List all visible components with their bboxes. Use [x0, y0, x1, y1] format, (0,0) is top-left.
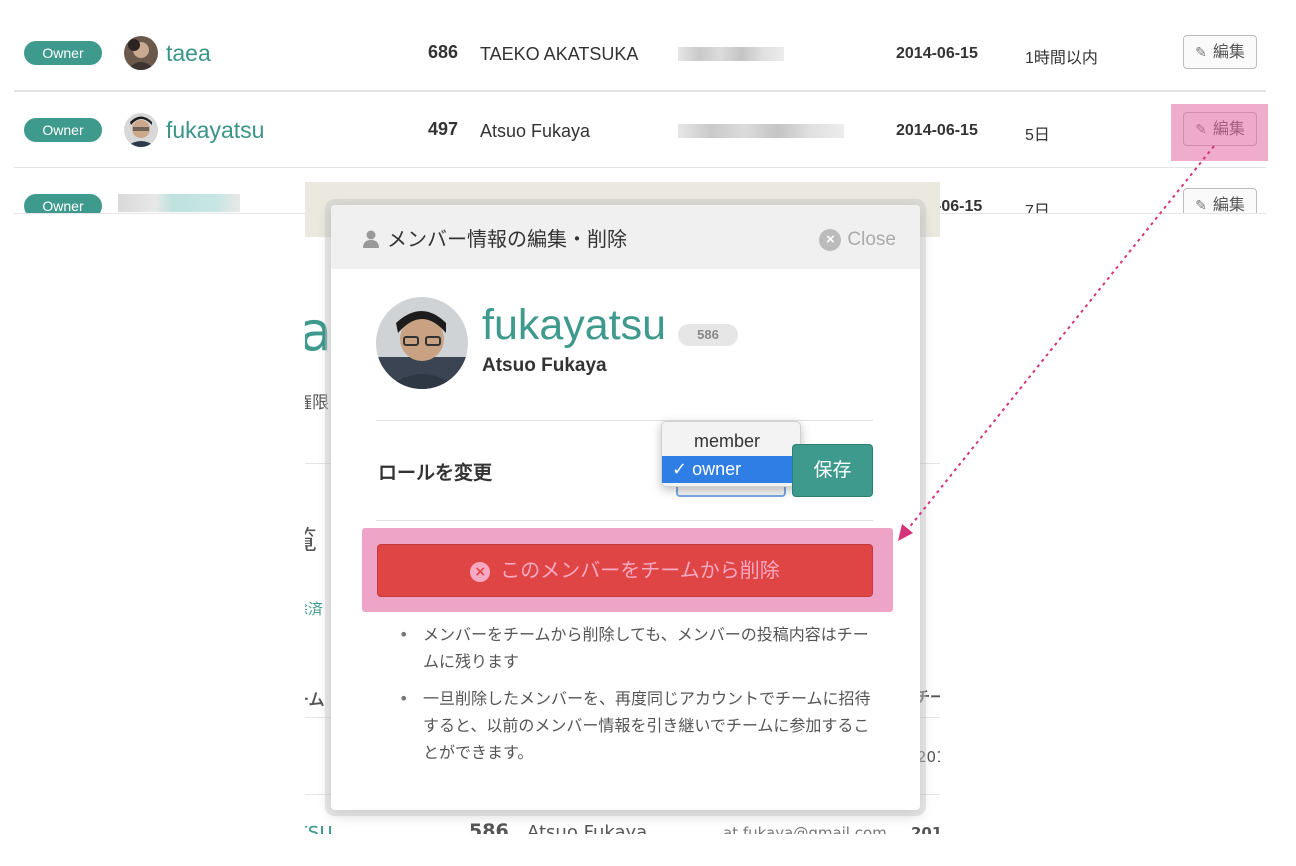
background-text: ーム — [305, 690, 325, 709]
role-badge: Owner — [24, 118, 102, 142]
username-link[interactable]: fukayatsu — [166, 117, 264, 144]
role-badge: Owner — [24, 194, 102, 213]
post-count: 686 — [427, 42, 458, 62]
background-text: 201 — [911, 824, 940, 834]
avatar — [124, 36, 158, 70]
member-avatar — [376, 297, 468, 389]
background-text: 586 — [469, 820, 509, 834]
background-text: 201 — [917, 748, 940, 766]
full-name: TAEKO AKATSUKA — [480, 44, 639, 64]
close-icon: × — [819, 229, 842, 251]
person-icon — [363, 229, 379, 253]
full-name: Atsuo Fukaya — [480, 121, 591, 141]
save-button[interactable]: 保存 — [792, 444, 873, 497]
list-item: 一旦削除したメンバーを、再度同じアカウントでチームに招待すると、以前のメンバー情… — [397, 685, 877, 766]
background-text: 覧 — [305, 520, 317, 557]
role-label: ロールを変更 — [378, 462, 493, 484]
email-redacted — [678, 47, 784, 61]
background-text: a — [305, 300, 333, 363]
role-option-owner[interactable]: ✓ owner — [662, 456, 800, 483]
edit-label: 編集 — [1212, 44, 1245, 61]
edit-member-modal: メンバー情報の編集・削除 × Close fukayatsu 586 Atsuo … — [331, 205, 920, 810]
edit-label: 編集 — [1212, 197, 1245, 214]
table-row: Owner taea 686 TAEKO AKATSUKA 2014-06-15… — [14, 14, 1266, 92]
username-link[interactable]: taea — [166, 40, 211, 67]
last-access: 1時間以内 — [1025, 50, 1098, 67]
modal-title: メンバー情報の編集・削除 — [363, 223, 627, 253]
remove-circle-icon: × — [470, 562, 491, 582]
background-text: at.fukaya@gmail.com — [723, 824, 887, 834]
delete-label: このメンバーをチームから削除 — [500, 558, 780, 582]
background-text: 権限 — [305, 393, 329, 413]
avatar — [124, 113, 158, 147]
role-option-member[interactable]: member — [662, 428, 800, 455]
joined-date: 2014-06-15 — [896, 122, 978, 139]
role-option-owner-label: owner — [692, 459, 742, 479]
member-fullname: Atsuo Fukaya — [482, 355, 607, 376]
edit-button[interactable]: ✎ 編集 — [1183, 188, 1257, 214]
background-text: tsu — [305, 819, 334, 834]
divider — [376, 520, 873, 521]
close-label: Close — [847, 229, 896, 250]
edit-button-highlight — [1171, 104, 1268, 161]
pencil-icon: ✎ — [1195, 197, 1207, 213]
list-item: メンバーをチームから削除しても、メンバーの投稿内容はチームに残ります — [397, 621, 877, 675]
last-access: 5日 — [1025, 127, 1050, 144]
table-row: Owner fukayatsu 497 Atsuo Fukaya 2014-06… — [14, 92, 1266, 168]
joined-date: -06-15 — [936, 198, 983, 214]
last-access: 7日 — [1025, 203, 1050, 214]
post-count: 497 — [427, 119, 458, 139]
member-username: fukayatsu — [482, 301, 667, 349]
close-button[interactable]: × Close — [819, 229, 896, 251]
background-text: 除済 — [305, 600, 324, 618]
username-redacted — [118, 194, 240, 212]
joined-date: 2014-06-15 — [896, 45, 978, 62]
edit-button[interactable]: ✎ 編集 — [1183, 35, 1257, 69]
modal-title-text: メンバー情報の編集・削除 — [387, 227, 627, 251]
modal-header: メンバー情報の編集・削除 × Close — [331, 205, 920, 269]
pencil-icon: ✎ — [1195, 44, 1207, 60]
email-redacted — [678, 124, 844, 138]
role-dropdown[interactable]: member ✓ owner — [661, 421, 801, 487]
role-badge: Owner — [24, 41, 102, 65]
post-count-badge: 586 — [678, 324, 738, 346]
notes-list: メンバーをチームから削除しても、メンバーの投稿内容はチームに残ります 一旦削除し… — [397, 621, 877, 776]
check-icon: ✓ — [672, 459, 688, 479]
background-text: Atsuo Fukaya — [527, 822, 648, 834]
delete-member-button[interactable]: × このメンバーをチームから削除 — [377, 544, 873, 597]
